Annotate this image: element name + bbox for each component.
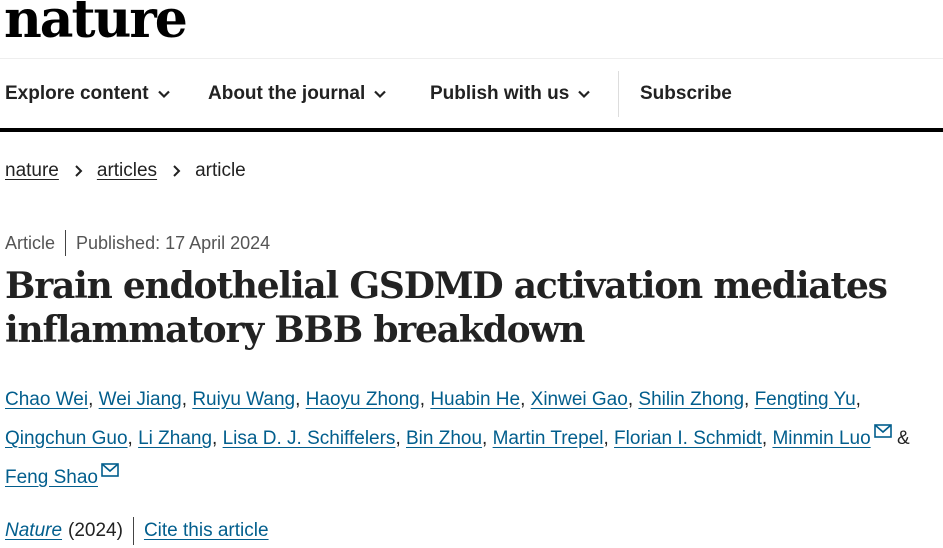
article-type: Article xyxy=(5,232,56,253)
author-link[interactable]: Lisa D. J. Schiffelers xyxy=(223,428,396,449)
journal-year: (2024) xyxy=(68,520,123,541)
mail-icon[interactable] xyxy=(101,463,119,477)
published-date: Published: 17 April 2024 xyxy=(76,232,271,253)
mail-icon[interactable] xyxy=(873,424,892,438)
author-link[interactable]: Bin Zhou xyxy=(406,428,482,449)
author-link[interactable]: Martin Trepel xyxy=(493,428,604,449)
nav-divider xyxy=(618,71,619,117)
author-link[interactable]: Xinwei Gao xyxy=(531,389,628,410)
journal-link[interactable]: Nature xyxy=(5,520,62,542)
nav-publish-with-us[interactable]: Publish with us xyxy=(430,59,591,129)
chevron-down-icon xyxy=(578,90,591,99)
journal-divider xyxy=(132,517,134,545)
breadcrumb: nature articles article xyxy=(5,160,246,182)
author-link[interactable]: Huabin He xyxy=(430,389,520,410)
breadcrumb-articles[interactable]: articles xyxy=(97,160,157,182)
article-meta: Article Published: 17 April 2024 xyxy=(5,230,270,256)
cite-article-link[interactable]: Cite this article xyxy=(144,520,269,542)
nav-explore-content[interactable]: Explore content xyxy=(5,59,171,129)
author-link[interactable]: Li Zhang xyxy=(138,428,212,449)
author-link[interactable]: Shilin Zhong xyxy=(638,389,744,410)
meta-divider xyxy=(65,230,67,256)
author-link[interactable]: Qingchun Guo xyxy=(5,428,128,449)
author-link[interactable]: Fengting Yu xyxy=(755,389,856,410)
author-link[interactable]: Minmin Luo xyxy=(772,428,870,449)
author-link[interactable]: Ruiyu Wang xyxy=(192,389,295,410)
author-link[interactable]: Haoyu Zhong xyxy=(306,389,420,410)
chevron-right-icon xyxy=(75,165,83,177)
author-link[interactable]: Florian I. Schmidt xyxy=(614,428,762,449)
journal-info: Nature (2024) Cite this article xyxy=(5,517,269,545)
breadcrumb-current: article xyxy=(195,160,246,181)
article-title: Brain endothelial GSDMD activation media… xyxy=(5,265,888,351)
chevron-down-icon xyxy=(157,90,170,99)
main-nav: Explore content About the journal Publis… xyxy=(0,58,943,128)
chevron-right-icon xyxy=(173,165,181,177)
nav-item-label: Explore content xyxy=(5,83,149,104)
nature-logo[interactable]: nature xyxy=(4,0,188,46)
author-link[interactable]: Chao Wei xyxy=(5,389,88,410)
nav-item-label: Publish with us xyxy=(430,83,570,104)
nav-about-the-journal[interactable]: About the journal xyxy=(208,59,387,129)
nav-subscribe[interactable]: Subscribe xyxy=(640,59,732,129)
author-link[interactable]: Feng Shao xyxy=(5,467,98,488)
breadcrumb-nature[interactable]: nature xyxy=(5,160,59,182)
chevron-down-icon xyxy=(374,90,387,99)
nav-item-label: Subscribe xyxy=(640,83,732,104)
nav-bottom-rule xyxy=(0,128,943,132)
author-list: Chao Wei, Wei Jiang, Ruiyu Wang, Haoyu Z… xyxy=(5,389,910,488)
author-link[interactable]: Wei Jiang xyxy=(99,389,182,410)
author-ampersand: & xyxy=(896,428,910,449)
nav-item-label: About the journal xyxy=(208,83,366,104)
